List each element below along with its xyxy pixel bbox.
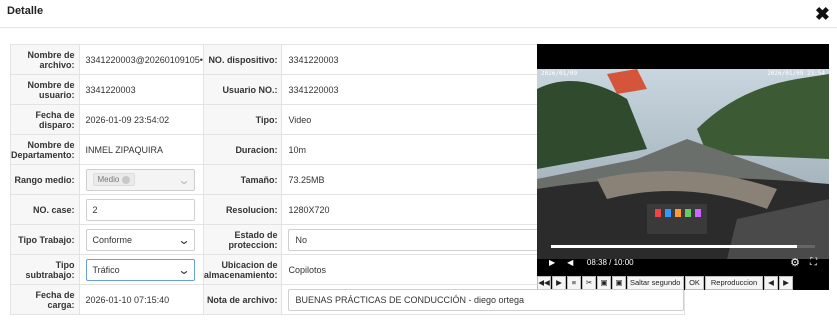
video-controls: ▶ ◀ 08:38 / 10:00 ⚙ ⛶ xyxy=(537,251,829,273)
tag-remove-icon xyxy=(122,175,131,184)
label-note: Nota de archivo: xyxy=(202,284,283,315)
case-no-input[interactable]: 2 xyxy=(85,198,195,221)
range-select[interactable]: Medio ⌄ xyxy=(85,168,195,191)
overlay-timestamp-right: 2026/01/09 23:54 xyxy=(767,70,825,77)
label-size: Tamaño: xyxy=(202,164,283,195)
play-icon[interactable]: ▶ xyxy=(549,258,555,267)
video-progress-bar[interactable] xyxy=(551,245,815,248)
skip-seconds-input[interactable]: Saltar segundo xyxy=(627,275,684,290)
value-trigger-date: 2026-01-09 23:54:02 xyxy=(78,104,204,135)
label-protection: Estado de proteccion: xyxy=(202,224,283,255)
settings-icon[interactable]: ⚙ xyxy=(790,256,800,269)
volume-icon[interactable]: ◀ xyxy=(567,258,575,267)
note-input[interactable]: BUENAS PRÁCTICAS DE CONDUCCIÓN - diego o… xyxy=(288,288,685,311)
next-icon[interactable]: ▶ xyxy=(779,275,793,290)
label-work-type: Tipo Trabajo: xyxy=(10,224,80,255)
label-username: Nombre de usuario: xyxy=(10,74,80,105)
label-storage: Ubicacion de almacenamiento: xyxy=(202,254,283,285)
prev-icon[interactable]: ◀ xyxy=(764,275,778,290)
table-row: Fecha de carga: 2026-01-10 07:15:40 Nota… xyxy=(10,284,686,315)
label-filename: Nombre de archivo: xyxy=(10,44,80,75)
work-type-select[interactable]: Conforme ⌄ xyxy=(85,228,195,251)
fullscreen-icon[interactable]: ⛶ xyxy=(810,257,817,268)
chevron-down-icon: ⌄ xyxy=(177,232,191,247)
label-user-no: Usuario NO.: xyxy=(202,74,283,105)
dialog-title: Detalle xyxy=(7,5,44,17)
list-icon[interactable]: ≡ xyxy=(567,275,581,290)
chevron-down-icon: ⌄ xyxy=(177,262,191,277)
step-back-icon[interactable]: ▶ xyxy=(552,275,566,290)
value-department: INMEL ZIPAQUIRA xyxy=(78,134,204,165)
label-type: Tipo: xyxy=(202,104,283,135)
label-device-no: NO. dispositivo: xyxy=(202,44,283,75)
rewind-icon[interactable]: ◀◀ xyxy=(537,275,551,290)
value-upload-date: 2026-01-10 07:15:40 xyxy=(78,284,204,315)
close-icon[interactable]: ✖ xyxy=(815,5,830,23)
value-username: 3341220003 xyxy=(78,74,204,105)
label-range: Rango medio: xyxy=(10,164,80,195)
video-frame xyxy=(537,69,829,259)
label-upload-date: Fecha de carga: xyxy=(10,284,80,315)
overlay-timestamp-left: 2026/01/09 xyxy=(541,70,578,77)
label-department: Nombre de Departamento: xyxy=(10,134,80,165)
ok-button[interactable]: OK xyxy=(685,275,704,290)
chevron-down-icon: ⌄ xyxy=(177,172,191,187)
label-resolution: Resolucion: xyxy=(202,194,283,225)
progress-fill xyxy=(551,245,797,248)
label-trigger-date: Fecha de disparo: xyxy=(10,104,80,135)
video-time: 08:38 / 10:00 xyxy=(586,257,634,267)
frame-back-icon[interactable]: ▣ xyxy=(597,275,611,290)
cut-icon[interactable]: ✂ xyxy=(582,275,596,290)
video-player[interactable]: 2026/01/09 2026/01/09 23:54 ▶ ◀ 08:38 / … xyxy=(537,44,829,290)
label-subtype: Tipo subtrabajo: xyxy=(10,254,80,285)
value-filename: 3341220003@20260109105• xyxy=(85,54,203,65)
playback-toolbar: ◀◀ ▶ ≡ ✂ ▣ ▣ Saltar segundo OK Reproducc… xyxy=(537,275,829,290)
subtype-select[interactable]: Tráfico ⌄ xyxy=(85,258,195,281)
dialog-header: Detalle ✖ xyxy=(0,0,837,28)
range-tag: Medio xyxy=(92,173,136,186)
frame-forward-icon[interactable]: ▣ xyxy=(612,275,626,290)
playback-button[interactable]: Reproduccion xyxy=(705,275,763,290)
label-case-no: NO. case: xyxy=(10,194,80,225)
label-duration: Duracion: xyxy=(202,134,283,165)
